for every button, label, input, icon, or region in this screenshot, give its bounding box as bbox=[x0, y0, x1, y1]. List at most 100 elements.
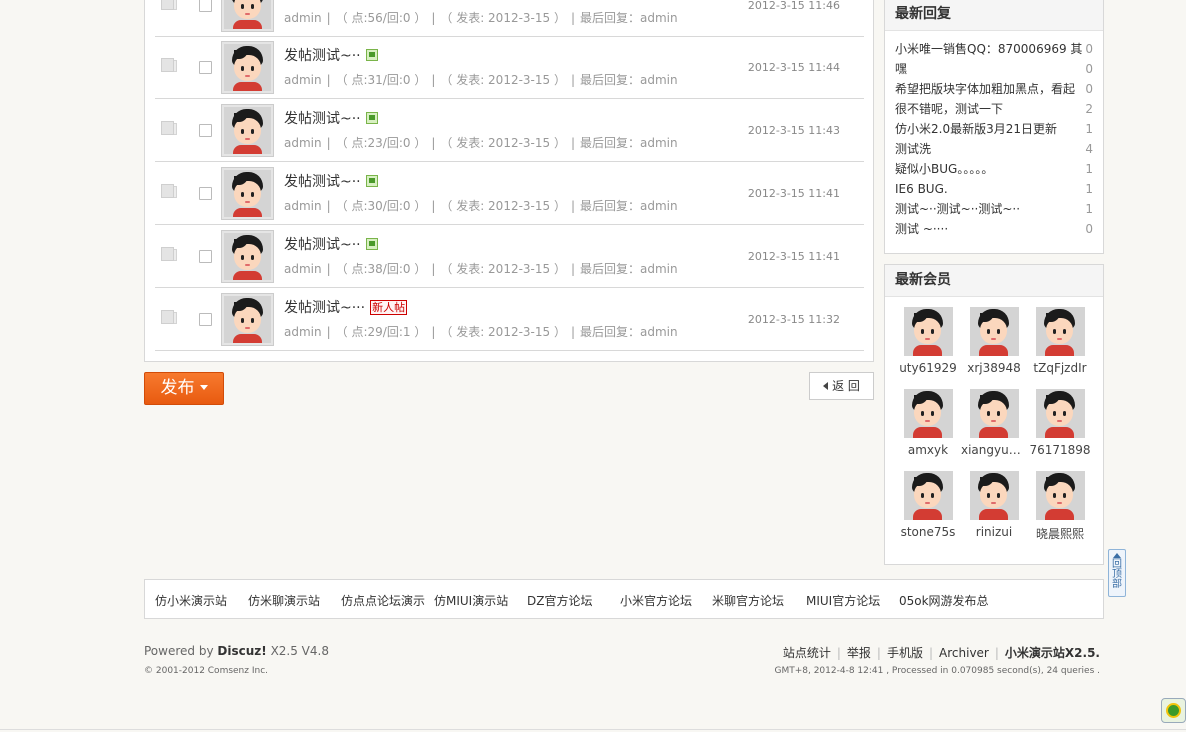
reply-title-link[interactable]: 测试~··测试~··测试~·· bbox=[895, 202, 1020, 216]
thread-title-text[interactable]: 发帖测试~··· bbox=[284, 300, 365, 316]
reply-item[interactable]: 测试 ~···· 0 bbox=[895, 219, 1093, 239]
member-name[interactable]: tZqFjzdIr bbox=[1027, 361, 1093, 375]
site-name-link[interactable]: 小米演示站X2.5. bbox=[1005, 646, 1100, 660]
thread-author-avatar[interactable] bbox=[221, 0, 274, 32]
thread-author-link[interactable]: admin bbox=[284, 325, 322, 339]
reply-item[interactable]: 测试洗 4 bbox=[895, 139, 1093, 159]
reply-item[interactable]: 嘿0 bbox=[895, 59, 1093, 79]
member-item[interactable]: xrj38948 bbox=[961, 307, 1027, 375]
thread-title-link[interactable]: 发帖测试~·· bbox=[284, 234, 378, 254]
member-item[interactable]: xiangyun... bbox=[961, 389, 1027, 457]
reply-item[interactable]: 小米唯一销售QQ：870006969 其0 bbox=[895, 39, 1093, 59]
thread-last-reply[interactable]: 最后回复：admin bbox=[580, 136, 678, 150]
thread-last-reply[interactable]: 最后回复：admin bbox=[580, 262, 678, 276]
friend-link[interactable]: 仿MIUI演示站 bbox=[434, 592, 508, 609]
member-item[interactable]: uty61929 bbox=[895, 307, 961, 375]
thread-last-reply[interactable]: 最后回复：admin bbox=[580, 199, 678, 213]
thread-title-text[interactable]: 发帖测试~·· bbox=[284, 237, 361, 253]
thread-title-link[interactable]: 发帖测试~··· 新人帖 bbox=[284, 297, 408, 317]
member-item[interactable]: amxyk bbox=[895, 389, 961, 457]
thread-checkbox[interactable] bbox=[199, 250, 212, 263]
member-avatar[interactable] bbox=[903, 471, 953, 520]
member-name[interactable]: stone75s bbox=[895, 525, 961, 539]
plugin-icon[interactable] bbox=[1161, 698, 1186, 723]
reply-title-link[interactable]: 疑似小BUG。。。。。 bbox=[895, 162, 993, 176]
footer-nav-link[interactable]: 手机版 bbox=[887, 646, 923, 660]
friend-link[interactable]: 05ok网游发布总 bbox=[899, 592, 989, 609]
member-name[interactable]: amxyk bbox=[895, 443, 961, 457]
back-button[interactable]: 返 回 bbox=[809, 372, 874, 400]
member-avatar[interactable] bbox=[903, 389, 953, 438]
reply-item[interactable]: IE6 BUG. 1 bbox=[895, 179, 1093, 199]
member-item[interactable]: 晓晨熙熙 bbox=[1027, 471, 1093, 542]
friend-link[interactable]: 仿点点论坛演示 bbox=[341, 592, 425, 609]
thread-author-avatar[interactable] bbox=[221, 41, 274, 94]
member-avatar[interactable] bbox=[903, 307, 953, 356]
reply-title-link[interactable]: 小米唯一销售QQ：870006969 其 bbox=[895, 42, 1082, 56]
friend-link[interactable]: 米聊官方论坛 bbox=[712, 592, 784, 609]
friend-link[interactable]: DZ官方论坛 bbox=[527, 592, 592, 609]
thread-title-text[interactable]: 发帖测试~·· bbox=[284, 174, 361, 190]
thread-title-link[interactable]: 发帖测试~·· bbox=[284, 171, 378, 191]
thread-author-link[interactable]: admin bbox=[284, 136, 322, 150]
thread-checkbox[interactable] bbox=[199, 0, 212, 12]
thread-author-link[interactable]: admin bbox=[284, 11, 322, 25]
thread-author-avatar[interactable] bbox=[221, 293, 274, 346]
thread-checkbox[interactable] bbox=[199, 124, 212, 137]
reply-item[interactable]: 很不错呢，测试一下 2 bbox=[895, 99, 1093, 119]
member-item[interactable]: tZqFjzdIr bbox=[1027, 307, 1093, 375]
thread-last-reply[interactable]: 最后回复：admin bbox=[580, 325, 678, 339]
thread-last-reply[interactable]: 最后回复：admin bbox=[580, 11, 678, 25]
reply-title-link[interactable]: IE6 BUG. bbox=[895, 182, 948, 196]
reply-title-link[interactable]: 希望把版块字体加粗加黑点，看起 bbox=[895, 82, 1075, 96]
thread-checkbox[interactable] bbox=[199, 187, 212, 200]
member-item[interactable]: rinizui bbox=[961, 471, 1027, 539]
back-to-top-button[interactable]: 回顶部 bbox=[1108, 549, 1126, 597]
member-avatar[interactable] bbox=[969, 389, 1019, 438]
reply-title-link[interactable]: 很不错呢，测试一下 bbox=[895, 102, 1003, 116]
thread-title-link[interactable]: 发帖测试~·· bbox=[284, 45, 378, 65]
post-button[interactable]: 发布 bbox=[144, 372, 224, 405]
reply-item[interactable]: 仿小米2.0最新版3月21日更新 1 bbox=[895, 119, 1093, 139]
member-name[interactable]: rinizui bbox=[961, 525, 1027, 539]
member-avatar[interactable] bbox=[969, 307, 1019, 356]
thread-title-link[interactable]: 发帖测试~·· bbox=[284, 108, 378, 128]
friend-link[interactable]: MIUI官方论坛 bbox=[806, 592, 880, 609]
member-avatar[interactable] bbox=[1035, 389, 1085, 438]
member-avatar[interactable] bbox=[1035, 307, 1085, 356]
member-name[interactable]: xrj38948 bbox=[961, 361, 1027, 375]
member-name[interactable]: xiangyun... bbox=[961, 443, 1027, 457]
thread-checkbox[interactable] bbox=[199, 313, 212, 326]
member-avatar[interactable] bbox=[969, 471, 1019, 520]
member-name[interactable]: uty61929 bbox=[895, 361, 961, 375]
thread-author-avatar[interactable] bbox=[221, 104, 274, 157]
member-item[interactable]: 76171898 bbox=[1027, 389, 1093, 457]
thread-checkbox[interactable] bbox=[199, 61, 212, 74]
thread-author-avatar[interactable] bbox=[221, 167, 274, 220]
reply-title-link[interactable]: 嘿 bbox=[895, 62, 907, 76]
thread-title-text[interactable]: 发帖测试~·· bbox=[284, 48, 361, 64]
footer-nav-link[interactable]: 举报 bbox=[847, 646, 871, 660]
thread-author-link[interactable]: admin bbox=[284, 199, 322, 213]
thread-last-reply[interactable]: 最后回复：admin bbox=[580, 73, 678, 87]
reply-item[interactable]: 疑似小BUG。。。。。 1 bbox=[895, 159, 1093, 179]
friend-link[interactable]: 小米官方论坛 bbox=[620, 592, 692, 609]
thread-author-link[interactable]: admin bbox=[284, 73, 322, 87]
member-name[interactable]: 晓晨熙熙 bbox=[1027, 525, 1093, 542]
reply-item[interactable]: 希望把版块字体加粗加黑点，看起 0 bbox=[895, 79, 1093, 99]
thread-title-text[interactable]: 发帖测试~·· bbox=[284, 111, 361, 127]
reply-title-link[interactable]: 仿小米2.0最新版3月21日更新 bbox=[895, 122, 1057, 136]
friend-link[interactable]: 仿米聊演示站 bbox=[248, 592, 320, 609]
member-avatar[interactable] bbox=[1035, 471, 1085, 520]
reply-title-link[interactable]: 测试 ~···· bbox=[895, 222, 948, 236]
reply-item[interactable]: 测试~··测试~··测试~·· 1 bbox=[895, 199, 1093, 219]
powered-brand-link[interactable]: Discuz! bbox=[217, 644, 266, 658]
member-name[interactable]: 76171898 bbox=[1027, 443, 1093, 457]
footer-nav-link[interactable]: Archiver bbox=[939, 646, 989, 660]
thread-author-link[interactable]: admin bbox=[284, 262, 322, 276]
member-item[interactable]: stone75s bbox=[895, 471, 961, 539]
thread-author-avatar[interactable] bbox=[221, 230, 274, 283]
footer-nav-link[interactable]: 站点统计 bbox=[783, 646, 831, 660]
friend-link[interactable]: 仿小米演示站 bbox=[155, 592, 227, 609]
reply-title-link[interactable]: 测试洗 bbox=[895, 142, 931, 156]
